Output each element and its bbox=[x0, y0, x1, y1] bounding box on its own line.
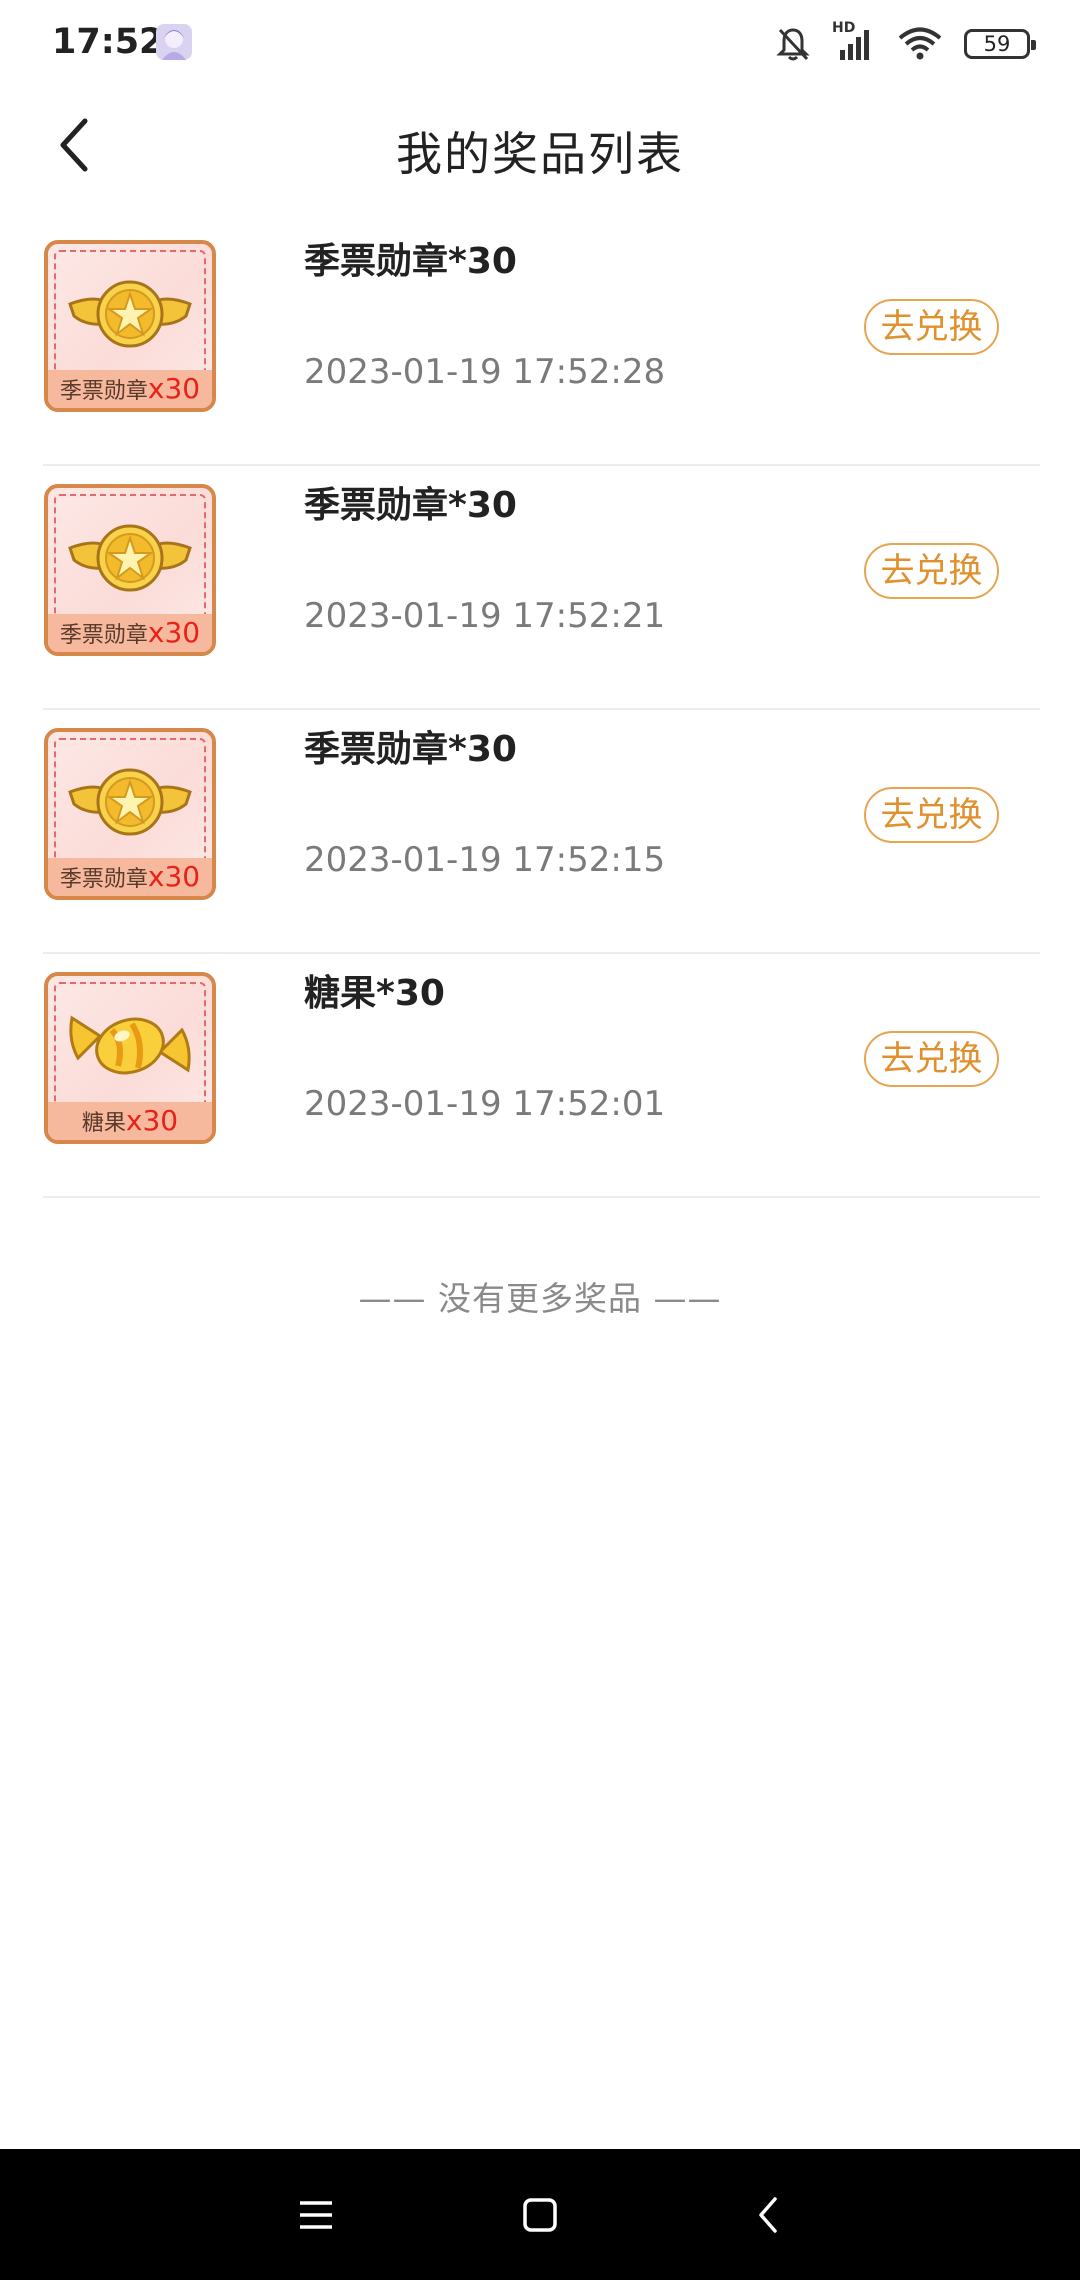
thumbnail-band: 季票勋章x30 bbox=[48, 614, 212, 652]
bell-muted-icon bbox=[776, 28, 810, 61]
prize-time: 2023-01-19 17:52:21 bbox=[304, 596, 666, 636]
home-icon bbox=[523, 2198, 557, 2232]
home-button[interactable] bbox=[508, 2183, 572, 2247]
thumbnail-qty: x30 bbox=[147, 372, 201, 405]
thumbnail-label: 季票勋章 bbox=[59, 379, 148, 404]
prize-time: 2023-01-19 17:52:15 bbox=[304, 840, 666, 880]
prize-item: 糖果x30 糖果*30 2023-01-19 17:52:01 去兑换 bbox=[43, 954, 1040, 1198]
signal-icon: HD bbox=[832, 20, 876, 62]
avatar-icon bbox=[156, 24, 192, 60]
prize-name: 季票勋章*30 bbox=[304, 485, 517, 526]
redeem-button[interactable]: 去兑换 bbox=[864, 1031, 999, 1087]
redeem-button[interactable]: 去兑换 bbox=[864, 543, 999, 599]
battery-level: 59 bbox=[983, 32, 1011, 56]
wifi-icon bbox=[898, 27, 942, 60]
medal-icon bbox=[68, 768, 192, 836]
system-back-button[interactable] bbox=[736, 2183, 800, 2247]
status-time: 17:52 bbox=[52, 22, 164, 62]
thumbnail-qty: x30 bbox=[125, 1104, 179, 1137]
page-title: 我的奖品列表 bbox=[396, 127, 684, 181]
redeem-button[interactable]: 去兑换 bbox=[864, 787, 999, 843]
medal-icon bbox=[68, 280, 192, 348]
prize-name: 糖果*30 bbox=[304, 973, 445, 1014]
prize-thumbnail: 季票勋章x30 bbox=[44, 728, 216, 900]
prize-name: 季票勋章*30 bbox=[304, 241, 517, 282]
prize-item: 季票勋章x30 季票勋章*30 2023-01-19 17:52:28 去兑换 bbox=[43, 222, 1040, 466]
thumbnail-label: 糖果 bbox=[81, 1111, 126, 1136]
prize-thumbnail: 季票勋章x30 bbox=[44, 484, 216, 656]
battery-icon: 59 bbox=[964, 29, 1036, 59]
prize-thumbnail: 季票勋章x30 bbox=[44, 240, 216, 412]
prize-list: 季票勋章x30 季票勋章*30 2023-01-19 17:52:28 去兑换 … bbox=[43, 222, 1040, 1198]
menu-icon bbox=[300, 2201, 332, 2229]
prize-item: 季票勋章x30 季票勋章*30 2023-01-19 17:52:15 去兑换 bbox=[43, 710, 1040, 954]
status-icons: HD 59 bbox=[776, 20, 1036, 64]
header: 我的奖品列表 bbox=[0, 90, 1080, 200]
thumbnail-label: 季票勋章 bbox=[59, 623, 148, 648]
prize-thumbnail: 糖果x30 bbox=[44, 972, 216, 1144]
thumbnail-qty: x30 bbox=[147, 860, 201, 893]
menu-button[interactable] bbox=[284, 2183, 348, 2247]
thumbnail-qty: x30 bbox=[147, 616, 201, 649]
prize-time: 2023-01-19 17:52:28 bbox=[304, 352, 666, 392]
prize-time: 2023-01-19 17:52:01 bbox=[304, 1084, 666, 1124]
redeem-button[interactable]: 去兑换 bbox=[864, 299, 999, 355]
back-icon bbox=[759, 2197, 777, 2233]
thumbnail-band: 季票勋章x30 bbox=[48, 858, 212, 896]
thumbnail-band: 季票勋章x30 bbox=[48, 370, 212, 408]
thumbnail-band: 糖果x30 bbox=[48, 1102, 212, 1140]
status-bar: 17:52 HD 59 bbox=[0, 0, 1080, 90]
medal-icon bbox=[68, 524, 192, 592]
candy-icon bbox=[69, 1015, 191, 1075]
prize-item: 季票勋章x30 季票勋章*30 2023-01-19 17:52:21 去兑换 bbox=[43, 466, 1040, 710]
prize-name: 季票勋章*30 bbox=[304, 729, 517, 770]
thumbnail-label: 季票勋章 bbox=[59, 867, 148, 892]
navigation-bar bbox=[0, 2149, 1080, 2280]
no-more-text: —— 没有更多奖品 —— bbox=[358, 1279, 722, 1318]
